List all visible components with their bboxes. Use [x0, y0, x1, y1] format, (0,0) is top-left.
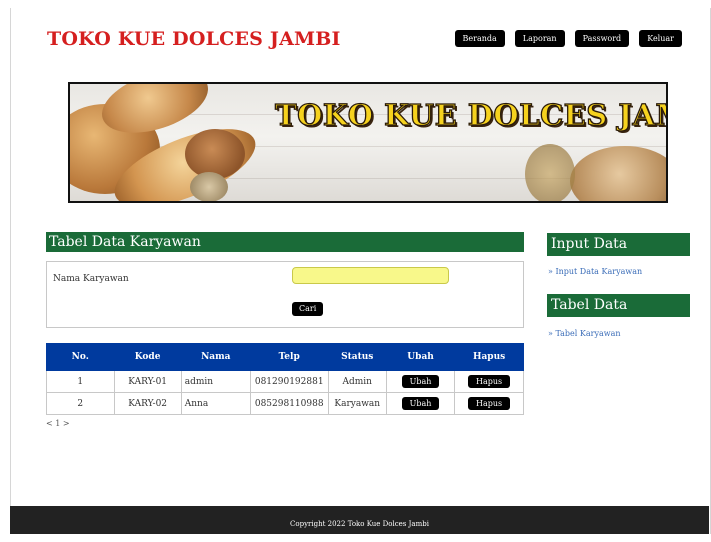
cell-kode: KARY-02 — [113, 392, 182, 415]
cell-telp: 085298110988 — [249, 392, 329, 415]
column-header: Telp — [249, 343, 329, 371]
search-label: Nama Karyawan — [53, 274, 129, 284]
sidebar-link-input-data-karyawan[interactable]: » Input Data Karyawan — [548, 267, 642, 276]
column-header: Status — [327, 343, 387, 371]
bowl-image — [190, 172, 228, 201]
section-title: Tabel Data Karyawan — [46, 232, 524, 252]
cell-nama: admin — [180, 370, 251, 393]
top-nav: Beranda Laporan Password Keluar — [454, 30, 682, 47]
search-form: Nama Karyawan Cari — [46, 261, 524, 328]
column-header: Kode — [113, 343, 182, 371]
search-input[interactable] — [292, 267, 449, 284]
pagination[interactable]: < 1 > — [46, 419, 70, 428]
cell-status: Admin — [327, 370, 387, 393]
cell-nama: Anna — [180, 392, 251, 415]
table-row: 2 KARY-02 Anna 085298110988 Karyawan Uba… — [46, 392, 524, 415]
cell-hapus: Hapus — [454, 392, 524, 415]
column-header: Ubah — [385, 343, 456, 371]
table-header-row: No. Kode Nama Telp Status Ubah Hapus — [46, 343, 524, 371]
cell-status: Karyawan — [327, 392, 387, 415]
column-header: Nama — [180, 343, 251, 371]
sidebar-link-tabel-karyawan[interactable]: » Tabel Karyawan — [548, 329, 621, 338]
search-button[interactable]: Cari — [292, 302, 324, 316]
column-header: Hapus — [454, 343, 524, 371]
footer: Copyright 2022 Toko Kue Dolces Jambi — [10, 506, 709, 534]
sidebar-title-input-data: Input Data — [547, 233, 690, 256]
nav-keluar-button[interactable]: Keluar — [639, 30, 682, 47]
bread-image — [185, 129, 245, 179]
delete-button[interactable]: Hapus — [468, 375, 511, 388]
cell-no: 1 — [46, 370, 115, 393]
delete-button[interactable]: Hapus — [468, 397, 511, 410]
site-title[interactable]: TOKO KUE DOLCES JAMBI — [47, 28, 341, 50]
cell-ubah: Ubah — [385, 392, 456, 415]
cell-telp: 081290192881 — [249, 370, 329, 393]
hero-banner: TOKO KUE DOLCES JAMBI — [68, 82, 668, 203]
cell-ubah: Ubah — [385, 370, 456, 393]
nav-laporan-button[interactable]: Laporan — [514, 30, 565, 47]
column-header: No. — [46, 343, 115, 371]
wheat-image — [525, 144, 575, 201]
edit-button[interactable]: Ubah — [401, 397, 440, 410]
footer-copyright: Copyright 2022 Toko Kue Dolces Jambi — [290, 520, 429, 528]
employee-table: No. Kode Nama Telp Status Ubah Hapus 1 K… — [46, 343, 524, 415]
cell-kode: KARY-01 — [113, 370, 182, 393]
banner-title: TOKO KUE DOLCES JAMBI — [274, 97, 666, 132]
nav-beranda-button[interactable]: Beranda — [454, 30, 505, 47]
nav-password-button[interactable]: Password — [574, 30, 630, 47]
cell-no: 2 — [46, 392, 115, 415]
sidebar-title-tabel-data: Tabel Data — [547, 294, 690, 317]
edit-button[interactable]: Ubah — [401, 375, 440, 388]
cell-hapus: Hapus — [454, 370, 524, 393]
bread-image — [570, 146, 666, 201]
table-row: 1 KARY-01 admin 081290192881 Admin Ubah … — [46, 370, 524, 393]
